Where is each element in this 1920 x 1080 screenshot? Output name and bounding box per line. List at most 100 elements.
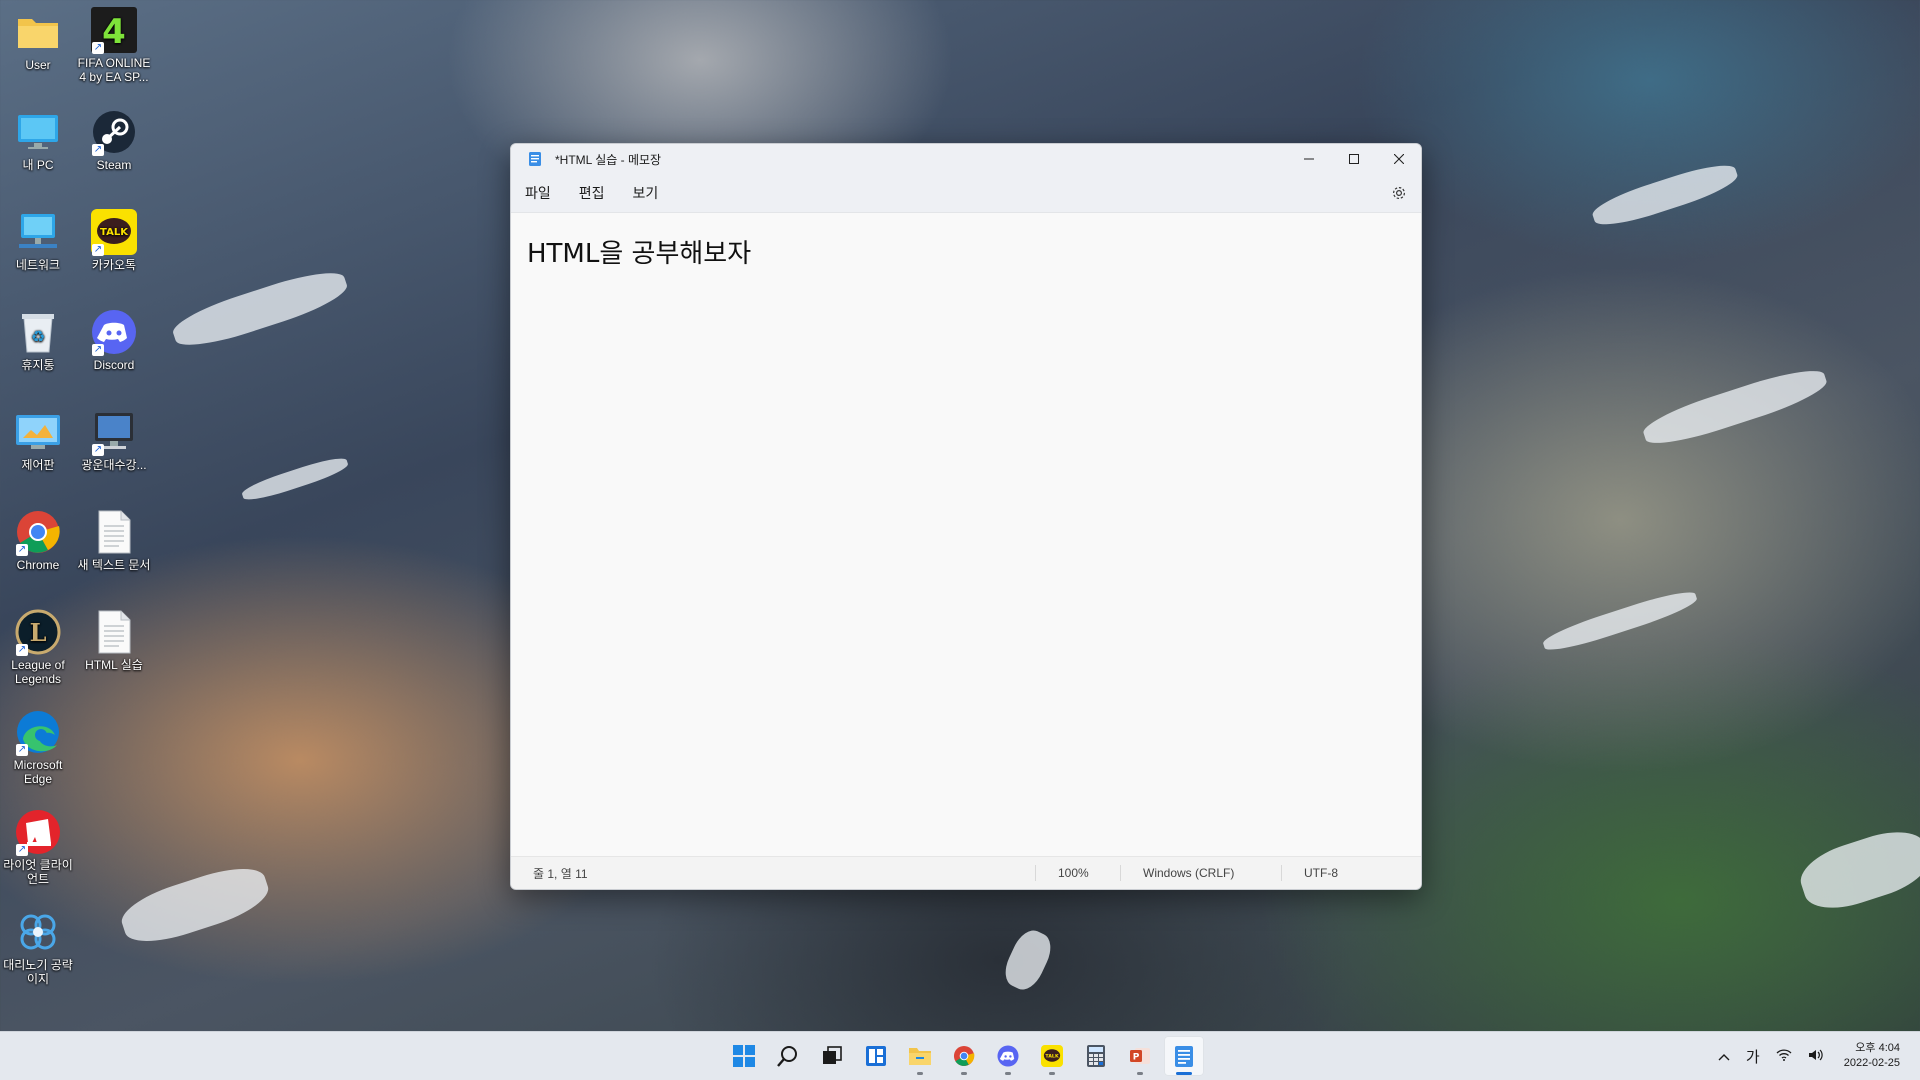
- svg-text:TALK: TALK: [100, 227, 129, 238]
- desktop-icon-label: Discord: [93, 358, 135, 372]
- title-bar[interactable]: *HTML 실습 - 메모장: [511, 144, 1421, 174]
- network-icon: [14, 208, 62, 256]
- notepad-button[interactable]: [1164, 1036, 1204, 1076]
- window-title: *HTML 실습 - 메모장: [555, 152, 662, 167]
- desktop-icon-discord[interactable]: ↗ Discord: [76, 308, 152, 372]
- desktop-icon-label: 네트워크: [15, 258, 61, 272]
- ime-indicator[interactable]: 가: [1738, 1046, 1768, 1067]
- powerpoint-icon: P: [1130, 1048, 1150, 1064]
- gear-icon: [1392, 186, 1405, 200]
- desktop-icon-new-text-document[interactable]: 새 텍스트 문서: [76, 508, 152, 572]
- desktop-icon-label: Chrome: [16, 558, 60, 572]
- monitor-icon: [14, 108, 62, 156]
- kakaotalk-icon: TALK ↗: [90, 208, 138, 256]
- svg-text:P: P: [1133, 1053, 1140, 1063]
- status-zoom: 100%: [1058, 866, 1089, 880]
- desktop-icon-riot-client[interactable]: ↗ 라이엇 클라이언트: [0, 808, 76, 886]
- kakaotalk-button[interactable]: TALK: [1032, 1036, 1072, 1076]
- taskbar-apps: TALK P: [724, 1032, 1204, 1080]
- desktop-icon-chrome[interactable]: ↗ Chrome: [0, 508, 76, 572]
- start-button[interactable]: [724, 1036, 764, 1076]
- kakaotalk-icon: TALK: [1041, 1045, 1063, 1067]
- calculator-icon: [1087, 1045, 1105, 1067]
- steam-icon: ↗: [90, 108, 138, 156]
- status-cursor-position: 줄 1, 열 11: [533, 866, 588, 881]
- volume-icon[interactable]: [1800, 1048, 1832, 1064]
- wifi-icon[interactable]: [1768, 1048, 1800, 1064]
- folder-icon: [14, 8, 62, 56]
- clock-time: 오후 4:04: [1855, 1042, 1900, 1054]
- desktop-icon-web-shortcut[interactable]: 대리노기 공략이지: [0, 908, 76, 986]
- maximize-button[interactable]: [1331, 144, 1376, 174]
- status-bar: 줄 1, 열 11 100% Windows (CRLF) UTF-8: [511, 856, 1421, 889]
- notepad-window[interactable]: *HTML 실습 - 메모장 파일 편집 보기 HTML을 공부해보자 줄 1,…: [510, 143, 1422, 890]
- desktop-icon-network[interactable]: 네트워크: [0, 208, 76, 272]
- desktop-icon-label: 새 텍스트 문서: [77, 558, 151, 572]
- settings-button[interactable]: [1376, 178, 1421, 208]
- desktop-icon-user[interactable]: User: [0, 8, 76, 72]
- start-icon: [733, 1045, 755, 1067]
- chrome-icon: ↗: [14, 508, 62, 556]
- desktop-icon-recycle-bin[interactable]: ♻ 휴지통: [0, 308, 76, 372]
- text-editor[interactable]: HTML을 공부해보자: [511, 213, 1421, 857]
- discord-icon: [997, 1045, 1019, 1067]
- desktop-icon-remote-desktop[interactable]: ↗ 광운대수강...: [76, 408, 152, 472]
- widgets-icon: [866, 1046, 886, 1066]
- powerpoint-button[interactable]: P: [1120, 1036, 1160, 1076]
- search-button[interactable]: [768, 1036, 808, 1076]
- svg-text:♻: ♻: [31, 327, 45, 346]
- desktop-icon-label: Steam: [96, 158, 132, 172]
- file-explorer-button[interactable]: [900, 1036, 940, 1076]
- system-tray: 가 오후 4:04 2022-02-25: [1710, 1032, 1920, 1080]
- taskbar: TALK P 가 오후 4:04 2022-02-25: [0, 1031, 1920, 1080]
- close-button[interactable]: [1376, 144, 1421, 174]
- desktop-icon-label: 카카오톡: [91, 258, 137, 272]
- desktop-icon-microsoft-edge[interactable]: ↗ Microsoft Edge: [0, 708, 76, 786]
- desktop-icon-label: 라이엇 클라이언트: [3, 858, 73, 886]
- menu-edit[interactable]: 편집: [565, 183, 619, 203]
- desktop-icon-label: 휴지통: [21, 358, 55, 372]
- league-of-legends-icon: L ↗: [14, 608, 62, 656]
- desktop-icon-label: 광운대수강...: [81, 458, 147, 472]
- maximize-icon: [1348, 154, 1359, 164]
- task-view-button[interactable]: [812, 1036, 852, 1076]
- status-encoding: UTF-8: [1304, 866, 1338, 880]
- chrome-icon: [953, 1045, 975, 1067]
- desktop-icon-league-of-legends[interactable]: L ↗ League of Legends: [0, 608, 76, 686]
- discord-button[interactable]: [988, 1036, 1028, 1076]
- desktop-icon-label: 내 PC: [22, 158, 54, 172]
- task-view-icon: [823, 1046, 842, 1064]
- desktop-icon-control-panel[interactable]: 제어판: [0, 408, 76, 472]
- chrome-button[interactable]: [944, 1036, 984, 1076]
- file-explorer-icon: [909, 1048, 931, 1065]
- clock[interactable]: 오후 4:04 2022-02-25: [1832, 1041, 1920, 1071]
- control-panel-icon: [14, 408, 62, 456]
- chevron-up-icon[interactable]: [1710, 1048, 1738, 1064]
- svg-text:4: 4: [102, 12, 126, 52]
- widgets-button[interactable]: [856, 1036, 896, 1076]
- discord-icon: ↗: [90, 308, 138, 356]
- desktop-icon-my-pc[interactable]: 내 PC: [0, 108, 76, 172]
- notepad-icon: [529, 152, 541, 166]
- editor-content: HTML을 공부해보자: [527, 239, 752, 269]
- notepad-icon: [1175, 1046, 1193, 1067]
- remote-desktop-icon: ↗: [90, 408, 138, 456]
- svg-text:L: L: [30, 618, 47, 647]
- svg-text:TALK: TALK: [1045, 1053, 1059, 1059]
- web-shortcut-icon: [14, 908, 62, 956]
- status-line-ending: Windows (CRLF): [1143, 866, 1235, 880]
- recycle-bin-icon: ♻: [14, 308, 62, 356]
- desktop-icon-kakaotalk[interactable]: TALK ↗ 카카오톡: [76, 208, 152, 272]
- menu-view[interactable]: 보기: [619, 183, 673, 203]
- desktop-icon-html-practice[interactable]: HTML 실습: [76, 608, 152, 672]
- calculator-button[interactable]: [1076, 1036, 1116, 1076]
- desktop-icon-fifa[interactable]: 4 ↗ FIFA ONLINE 4 by EA SP...: [76, 6, 152, 84]
- menu-bar: 파일 편집 보기: [511, 174, 1421, 213]
- desktop-icon-label: HTML 실습: [85, 658, 143, 672]
- desktop-icon-steam[interactable]: ↗ Steam: [76, 108, 152, 172]
- desktop-icon-label: FIFA ONLINE 4 by EA SP...: [77, 56, 151, 84]
- desktop-icon-label: 대리노기 공략이지: [3, 958, 73, 986]
- text-document-icon: [90, 608, 138, 656]
- menu-file[interactable]: 파일: [511, 183, 565, 203]
- minimize-button[interactable]: [1286, 144, 1331, 174]
